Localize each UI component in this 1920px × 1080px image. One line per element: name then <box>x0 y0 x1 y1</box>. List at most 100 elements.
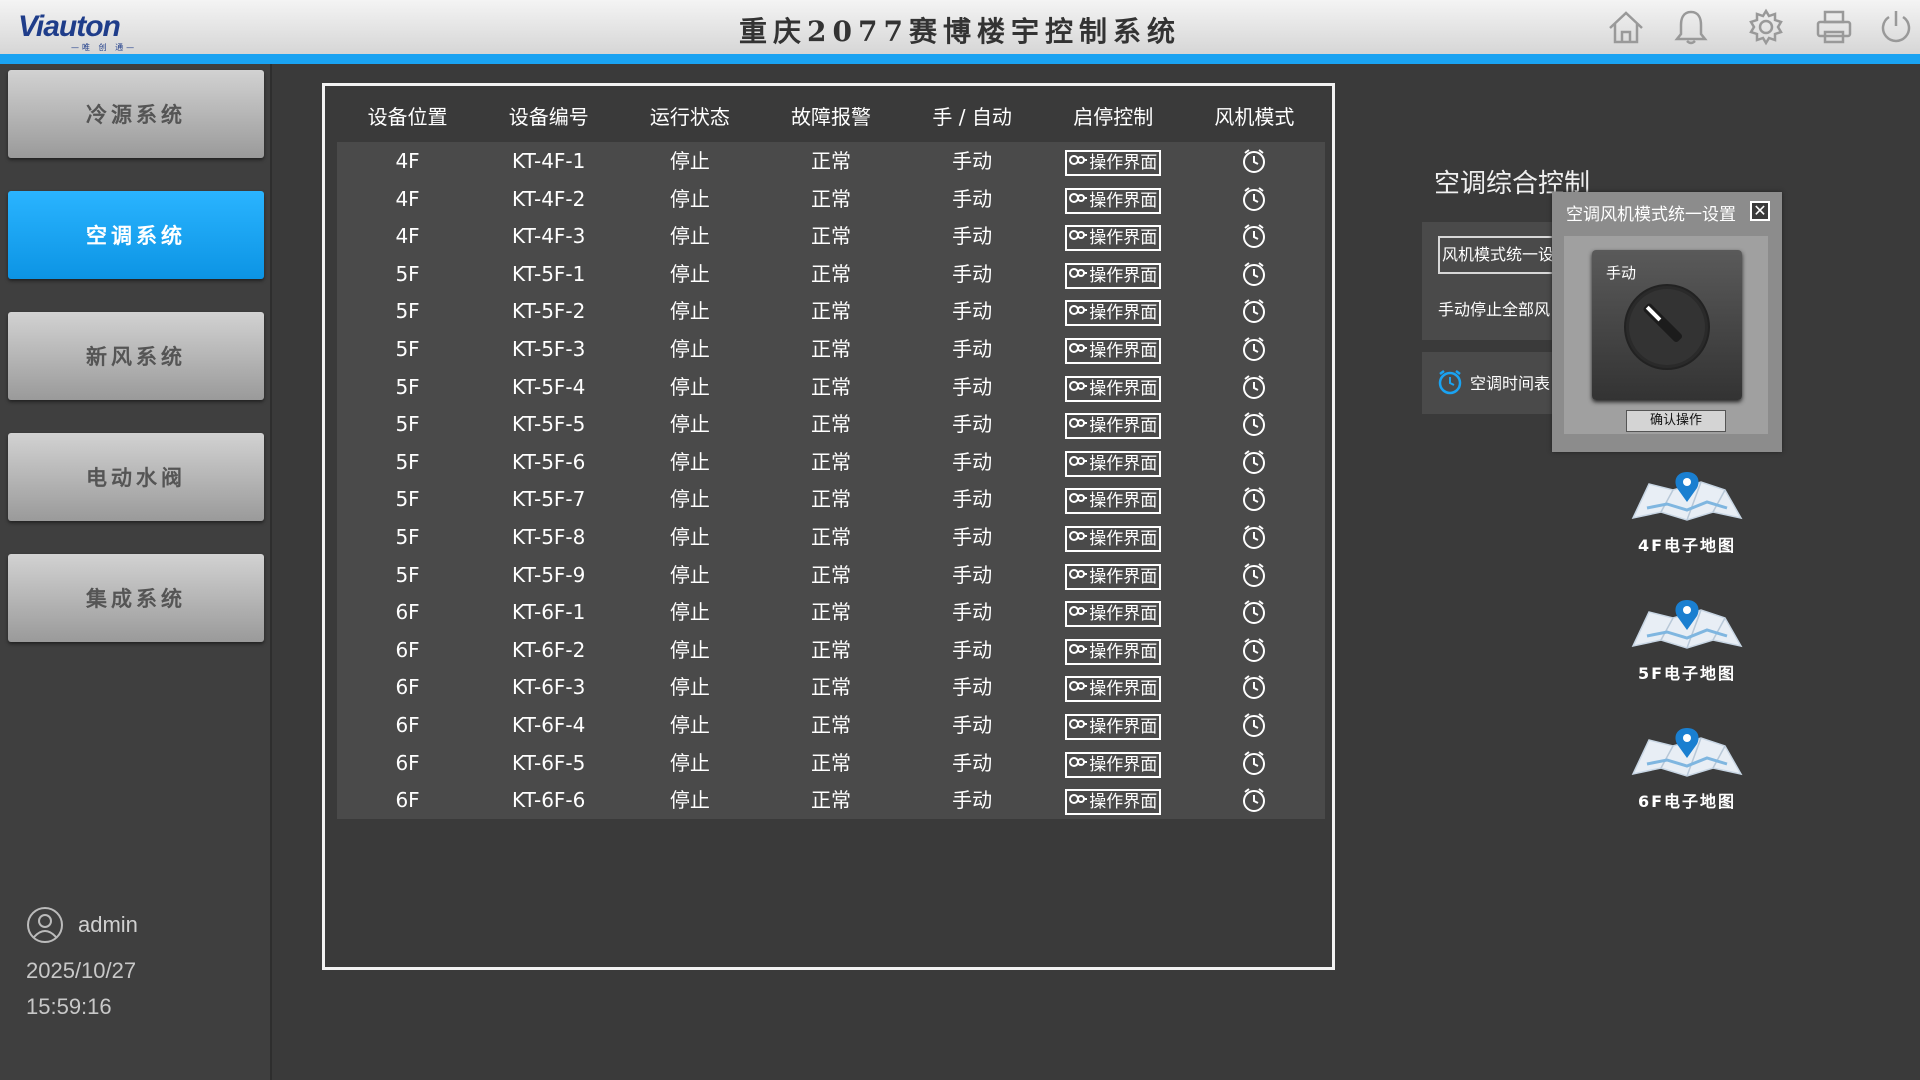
key-icon <box>1069 565 1089 589</box>
operation-button[interactable]: 操作界面 <box>1065 262 1162 289</box>
operation-button[interactable]: 操作界面 <box>1065 563 1162 590</box>
operation-button[interactable]: 操作界面 <box>1065 150 1162 176</box>
confirm-button[interactable]: 确认操作 <box>1626 410 1726 432</box>
cell-floor: 6F <box>395 637 420 662</box>
operation-button[interactable]: 操作界面 <box>1065 638 1162 665</box>
current-time: 15:59:16 <box>26 994 112 1019</box>
operation-button[interactable]: 操作界面 <box>1065 714 1162 740</box>
cell-control: 操作界面 <box>1043 330 1184 368</box>
cell-mode: 手动 <box>952 449 993 474</box>
cell-status: 停止 <box>669 750 710 775</box>
cell-floor: 5F <box>395 299 420 324</box>
cell-alarm: 正常 <box>810 788 851 813</box>
cell-control: 操作界面 <box>1043 292 1184 330</box>
cell-alarm: 正常 <box>810 149 851 173</box>
operation-button[interactable]: 操作界面 <box>1065 187 1162 214</box>
cell-mode: 手动 <box>952 713 993 737</box>
operation-button[interactable]: 操作界面 <box>1065 338 1162 364</box>
cell-alarm: 正常 <box>810 487 851 512</box>
cell-alarm: 正常 <box>810 412 851 437</box>
column-header: 设备编号 <box>508 105 589 129</box>
operation-button[interactable]: 操作界面 <box>1065 526 1162 552</box>
operation-button[interactable]: 操作界面 <box>1065 413 1162 440</box>
sidebar-item-1[interactable]: 空调系统 <box>8 191 264 279</box>
ac-schedule-card: 空调时间表 <box>1422 352 1557 414</box>
table-row: 6F KT-6F-2 停止 正常 手动 操作界面 <box>337 630 1325 669</box>
operation-button[interactable]: 操作界面 <box>1065 751 1162 778</box>
operation-label: 操作界面 <box>1089 265 1158 286</box>
cell-status: 停止 <box>669 600 710 625</box>
floor-map-button[interactable]: 4F电子地图 <box>1627 468 1747 568</box>
operation-button[interactable]: 操作界面 <box>1065 488 1162 515</box>
operation-label: 操作界面 <box>1089 491 1158 512</box>
cell-control: 操作界面 <box>1043 217 1184 255</box>
cell-alarm: 正常 <box>810 299 851 324</box>
table-row: 4F KT-4F-1 停止 正常 手动 操作界面 <box>337 142 1325 180</box>
key-icon <box>1069 377 1089 401</box>
printer-icon[interactable] <box>1814 8 1858 48</box>
sidebar-item-3[interactable]: 电动水阀 <box>8 433 264 521</box>
cell-control: 操作界面 <box>1043 518 1184 556</box>
gear-icon[interactable] <box>1746 8 1790 48</box>
cell-control: 操作界面 <box>1043 180 1184 218</box>
sidebar-item-2[interactable]: 新风系统 <box>8 312 264 400</box>
cell-status: 停止 <box>669 449 710 474</box>
cell-mode: 手动 <box>952 675 993 700</box>
cell-floor: 6F <box>395 600 420 625</box>
operation-button[interactable]: 操作界面 <box>1065 676 1162 703</box>
power-icon[interactable] <box>1876 8 1920 48</box>
floor-map-button[interactable]: 5F电子地图 <box>1627 596 1747 696</box>
cell-floor: 6F <box>395 788 420 813</box>
cell-id: KT-4F-3 <box>512 224 586 249</box>
fan-mode-setting-button[interactable]: 风机模式统一设 <box>1438 236 1558 274</box>
cell-mode: 手动 <box>952 788 993 813</box>
map-pin-icon <box>1627 600 1747 660</box>
operation-button[interactable]: 操作界面 <box>1065 375 1162 402</box>
operation-button[interactable]: 操作界面 <box>1065 450 1162 477</box>
key-icon <box>1069 151 1089 175</box>
column-header: 手 / 自动 <box>932 105 1012 129</box>
cell-alarm: 正常 <box>810 337 851 361</box>
table-row: 6F KT-6F-3 停止 正常 手动 操作界面 <box>337 668 1325 707</box>
cell-floor: 5F <box>395 412 420 437</box>
cell-id: KT-5F-8 <box>512 525 586 549</box>
cell-floor: 5F <box>395 487 420 512</box>
rotary-knob[interactable] <box>1620 280 1714 374</box>
operation-button[interactable]: 操作界面 <box>1065 225 1162 252</box>
cell-fan-mode <box>1184 556 1325 594</box>
table-header: 设备位置 设备编号 运行状态 故障报警 手 / 自动 启停控制 风机模式 <box>337 98 1325 136</box>
cell-alarm: 正常 <box>810 374 851 399</box>
close-button[interactable]: ✕ <box>1750 201 1770 221</box>
alarm-clock-icon[interactable] <box>1240 786 1268 826</box>
cell-id: KT-5F-7 <box>512 487 586 512</box>
cell-mode: 手动 <box>952 562 993 587</box>
stop-all-fans-button[interactable]: 手动停止全部风 <box>1438 296 1550 320</box>
cell-alarm: 正常 <box>810 261 851 286</box>
ac-schedule-button[interactable]: 空调时间表 <box>1436 368 1550 396</box>
table-row: 5F KT-5F-3 停止 正常 手动 操作界面 <box>337 330 1325 368</box>
ac-control-card: 风机模式统一设 手动停止全部风 <box>1422 222 1558 340</box>
cell-floor: 5F <box>395 374 420 399</box>
table-row: 5F KT-5F-9 停止 正常 手动 操作界面 <box>337 555 1325 594</box>
cell-fan-mode <box>1184 180 1325 218</box>
cell-alarm: 正常 <box>810 449 851 474</box>
cell-id: KT-6F-6 <box>512 788 586 813</box>
table-row: 6F KT-6F-5 停止 正常 手动 操作界面 <box>337 743 1325 782</box>
floor-map-button[interactable]: 6F电子地图 <box>1627 724 1747 824</box>
operation-button[interactable]: 操作界面 <box>1065 300 1162 327</box>
user-icon <box>27 907 63 943</box>
cell-id: KT-5F-9 <box>512 562 586 587</box>
mode-knob-panel: 手动 <box>1592 250 1742 400</box>
cell-floor: 5F <box>395 562 420 587</box>
sidebar-item-0[interactable]: 冷源系统 <box>8 70 264 158</box>
operation-button[interactable]: 操作界面 <box>1065 601 1162 628</box>
sidebar-item-4[interactable]: 集成系统 <box>8 554 264 642</box>
cell-fan-mode <box>1184 744 1325 782</box>
cell-control: 操作界面 <box>1043 368 1184 406</box>
cell-id: KT-5F-4 <box>512 374 586 399</box>
operation-button[interactable]: 操作界面 <box>1065 789 1162 816</box>
home-icon[interactable] <box>1606 8 1650 48</box>
cell-status: 停止 <box>669 713 710 737</box>
bell-icon[interactable] <box>1671 8 1715 48</box>
operation-label: 操作界面 <box>1089 303 1158 324</box>
